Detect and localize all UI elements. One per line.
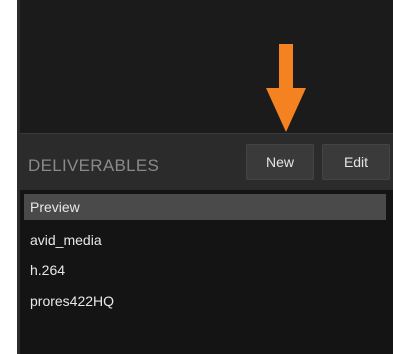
deliverables-header: DELIVERABLES New Edit xyxy=(20,134,393,188)
list-item-preview[interactable]: Preview xyxy=(24,194,386,220)
section-title: DELIVERABLES xyxy=(28,156,160,175)
list-item-prores422hq[interactable]: prores422HQ xyxy=(24,288,386,314)
preview-area xyxy=(20,0,393,134)
list-item-h264[interactable]: h.264 xyxy=(24,257,386,283)
deliverables-list: Preview avid_media h.264 prores422HQ xyxy=(20,190,393,354)
edit-button[interactable]: Edit xyxy=(322,144,390,180)
new-button[interactable]: New xyxy=(246,144,314,180)
list-item-avid-media[interactable]: avid_media xyxy=(24,227,386,253)
arrow-down-icon xyxy=(266,44,306,132)
